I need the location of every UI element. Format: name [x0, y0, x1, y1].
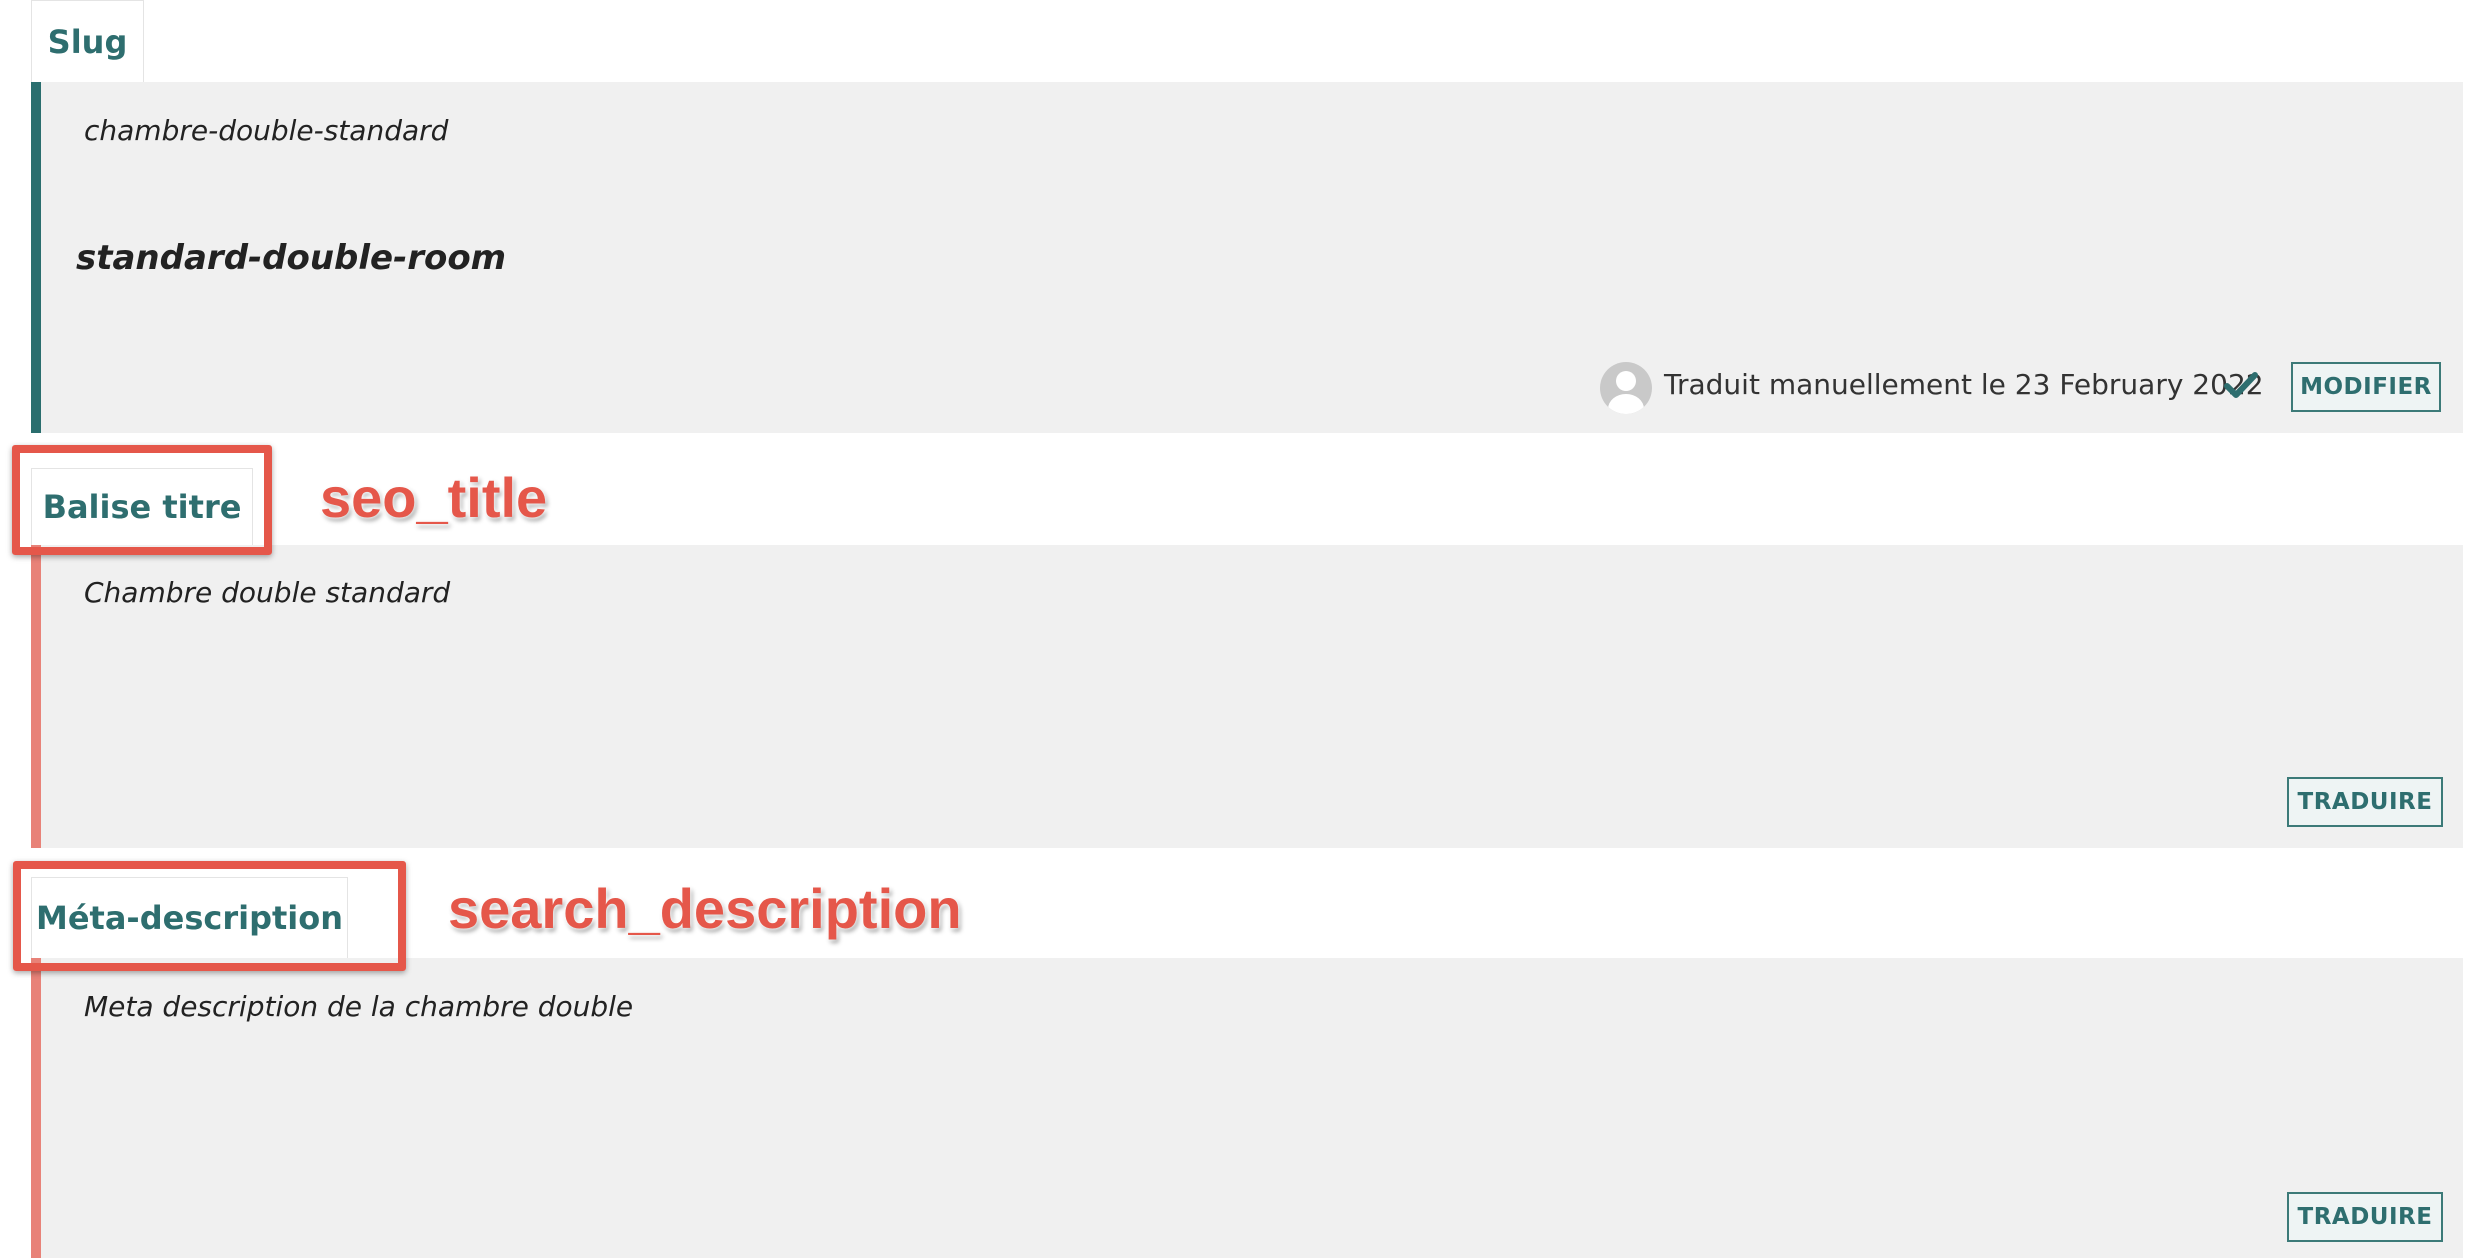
checkmark-icon — [2224, 372, 2258, 398]
field-label: Slug — [47, 22, 128, 61]
status-bar-untranslated — [31, 958, 41, 1258]
annotation-box — [12, 445, 272, 555]
field-search-description: Méta-description Meta description de la … — [0, 850, 2476, 1260]
translation-status: Traduit manuellement le 23 February 2022 — [1664, 368, 2264, 401]
source-text: Chambre double standard — [84, 576, 451, 609]
translate-button[interactable]: TRADUIRE — [2287, 1192, 2443, 1242]
annotation-box — [13, 861, 406, 971]
modify-button[interactable]: MODIFIER — [2291, 362, 2441, 412]
source-text: Meta description de la chambre double — [84, 990, 634, 1023]
user-avatar-icon — [1600, 362, 1652, 414]
source-text: chambre-double-standard — [84, 114, 449, 147]
tab-slug: Slug — [31, 0, 144, 82]
status-bar-untranslated — [31, 545, 41, 848]
field-slug: Slug chambre-double-standard standard-do… — [0, 0, 2476, 435]
status-bar-translated — [31, 82, 41, 433]
annotation-label: search_description — [448, 877, 962, 940]
field-seo-title: Balise titre Chambre double standard TRA… — [0, 435, 2476, 850]
translated-text[interactable]: standard-double-room — [76, 238, 506, 278]
annotation-label: seo_title — [320, 466, 548, 529]
translate-button[interactable]: TRADUIRE — [2287, 777, 2443, 827]
